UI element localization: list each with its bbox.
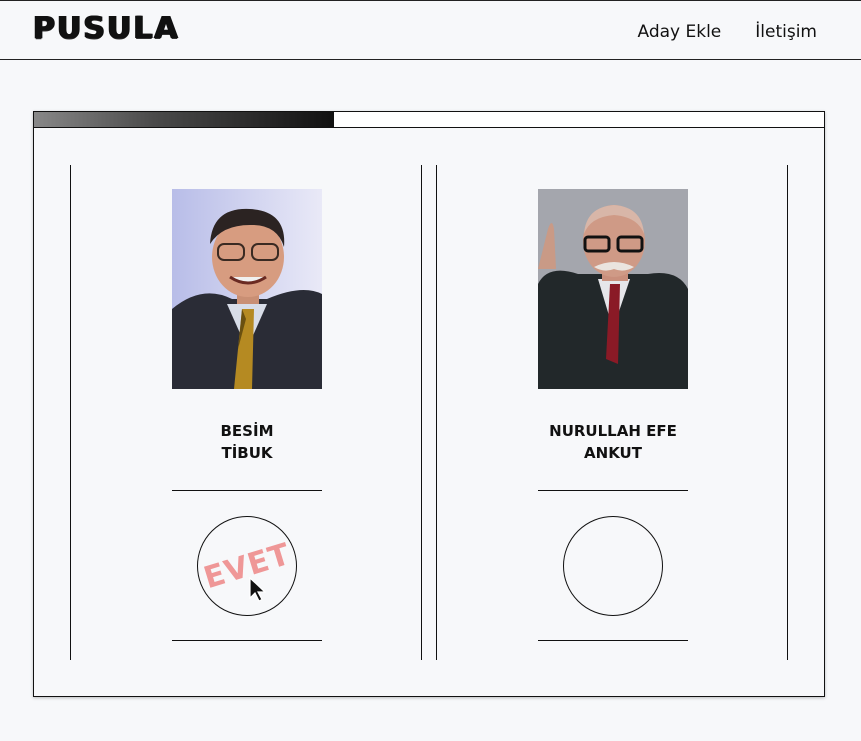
column-divider: [436, 165, 437, 660]
divider: [538, 640, 688, 641]
candidate-photo: [538, 189, 688, 389]
candidate-card-1: BESİM TİBUK EVET: [172, 189, 322, 641]
main-nav: Aday Ekle İletişim: [637, 22, 817, 42]
candidate-name: NURULLAH EFE ANKUT: [549, 422, 677, 462]
vote-circle[interactable]: [563, 516, 663, 616]
candidate-photo: [172, 189, 322, 389]
ballot-card: BESİM TİBUK EVET NURULLAH EFE ANKUT: [33, 111, 825, 697]
logo[interactable]: PUSULA: [33, 11, 180, 46]
mouse-cursor-icon: [249, 577, 266, 602]
column-divider: [70, 165, 71, 660]
column-divider: [787, 165, 788, 660]
top-navbar: PUSULA Aday Ekle İletişim: [0, 0, 861, 60]
nav-add-candidate-link[interactable]: Aday Ekle: [637, 22, 721, 42]
progress-fill: [34, 112, 335, 127]
progress-bar: [34, 112, 824, 128]
divider: [538, 490, 688, 491]
nav-contact-link[interactable]: İletişim: [755, 22, 817, 42]
column-divider: [421, 165, 422, 660]
candidate-name: BESİM TİBUK: [220, 422, 274, 462]
candidate-card-2: NURULLAH EFE ANKUT: [538, 189, 688, 641]
divider: [172, 490, 322, 491]
vote-circle[interactable]: EVET: [197, 516, 297, 616]
divider: [172, 640, 322, 641]
